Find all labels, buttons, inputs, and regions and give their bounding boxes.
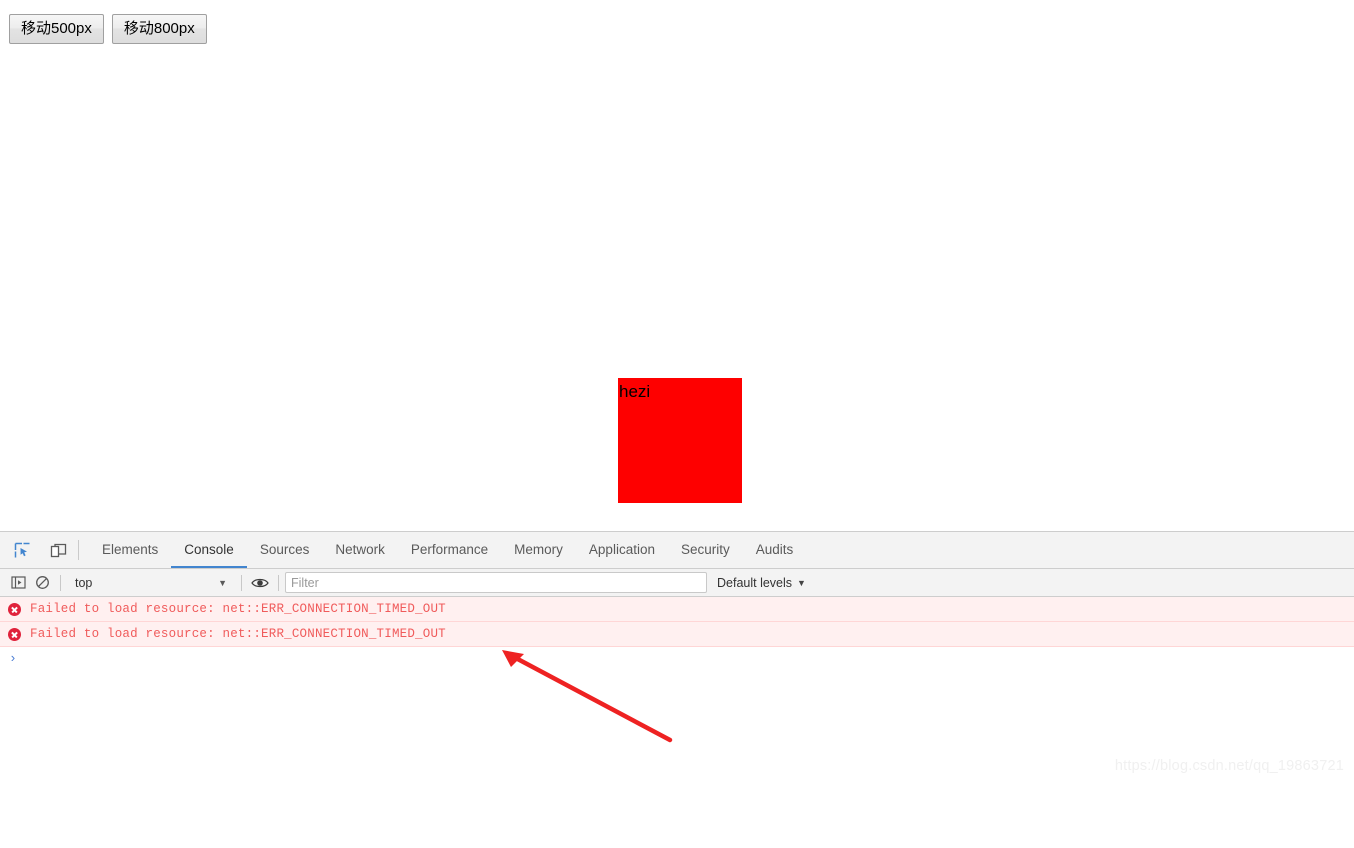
console-context-value: top xyxy=(75,575,93,590)
devtools-tool-icons xyxy=(0,532,72,568)
hezi-box-label: hezi xyxy=(619,382,651,401)
tab-network[interactable]: Network xyxy=(322,532,398,568)
device-toolbar-icon[interactable] xyxy=(44,536,72,564)
device-toolbar-glyph xyxy=(50,543,66,557)
tab-sources[interactable]: Sources xyxy=(247,532,323,568)
inspect-element-glyph xyxy=(14,542,29,557)
console-message-text: Failed to load resource: net::ERR_CONNEC… xyxy=(30,627,446,641)
tab-elements[interactable]: Elements xyxy=(89,532,171,568)
error-icon xyxy=(8,627,21,641)
toolbar-divider-3 xyxy=(278,574,279,591)
console-levels-label: Default levels xyxy=(717,575,793,590)
tab-application[interactable]: Application xyxy=(576,532,668,568)
tab-console[interactable]: Console xyxy=(171,532,247,568)
hezi-red-box: hezi xyxy=(618,378,742,503)
button-row: 移动500px 移动800px xyxy=(9,14,207,44)
chevron-down-icon: ▼ xyxy=(797,577,806,588)
clear-console-icon[interactable] xyxy=(30,572,54,594)
devtools-panel: Elements Console Sources Network Perform… xyxy=(0,531,1354,848)
console-row[interactable]: Failed to load resource: net::ERR_CONNEC… xyxy=(0,597,1354,622)
console-levels-selector[interactable]: Default levels ▼ xyxy=(717,576,806,590)
toolbar-divider-1 xyxy=(60,574,61,591)
devtools-tab-list: Elements Console Sources Network Perform… xyxy=(89,532,806,568)
move-800px-button[interactable]: 移动800px xyxy=(111,14,207,44)
toolbar-divider-2 xyxy=(241,574,242,591)
console-filter-input[interactable] xyxy=(285,572,707,593)
tab-security[interactable]: Security xyxy=(668,532,743,568)
watermark-text: https://blog.csdn.net/qq_19863721 xyxy=(1114,758,1344,774)
tab-memory[interactable]: Memory xyxy=(501,532,576,568)
prompt-chevron-icon: › xyxy=(9,650,17,666)
error-icon xyxy=(8,602,21,616)
console-prompt-row[interactable]: › xyxy=(0,647,1354,669)
sidebar-toggle-glyph xyxy=(10,576,26,589)
tab-performance[interactable]: Performance xyxy=(398,532,501,568)
console-message-text: Failed to load resource: net::ERR_CONNEC… xyxy=(30,602,446,616)
devtools-tabbar: Elements Console Sources Network Perform… xyxy=(0,532,1354,569)
console-message-list: Failed to load resource: net::ERR_CONNEC… xyxy=(0,597,1354,848)
web-page-viewport: 移动500px 移动800px hezi xyxy=(0,0,1354,531)
console-row[interactable]: Failed to load resource: net::ERR_CONNEC… xyxy=(0,622,1354,647)
chevron-down-icon: ▼ xyxy=(218,577,227,588)
eye-glyph xyxy=(251,578,269,587)
console-sidebar-toggle-icon[interactable] xyxy=(6,572,30,594)
tab-audits[interactable]: Audits xyxy=(743,532,807,568)
console-context-selector[interactable]: top ▼ xyxy=(67,572,235,593)
tabbar-divider xyxy=(78,540,79,560)
live-expression-eye-icon[interactable] xyxy=(248,572,272,594)
clear-console-glyph xyxy=(35,576,49,589)
inspect-element-icon[interactable] xyxy=(8,536,36,564)
move-500px-button[interactable]: 移动500px xyxy=(9,14,104,44)
console-toolbar: top ▼ Default levels ▼ xyxy=(0,569,1354,597)
